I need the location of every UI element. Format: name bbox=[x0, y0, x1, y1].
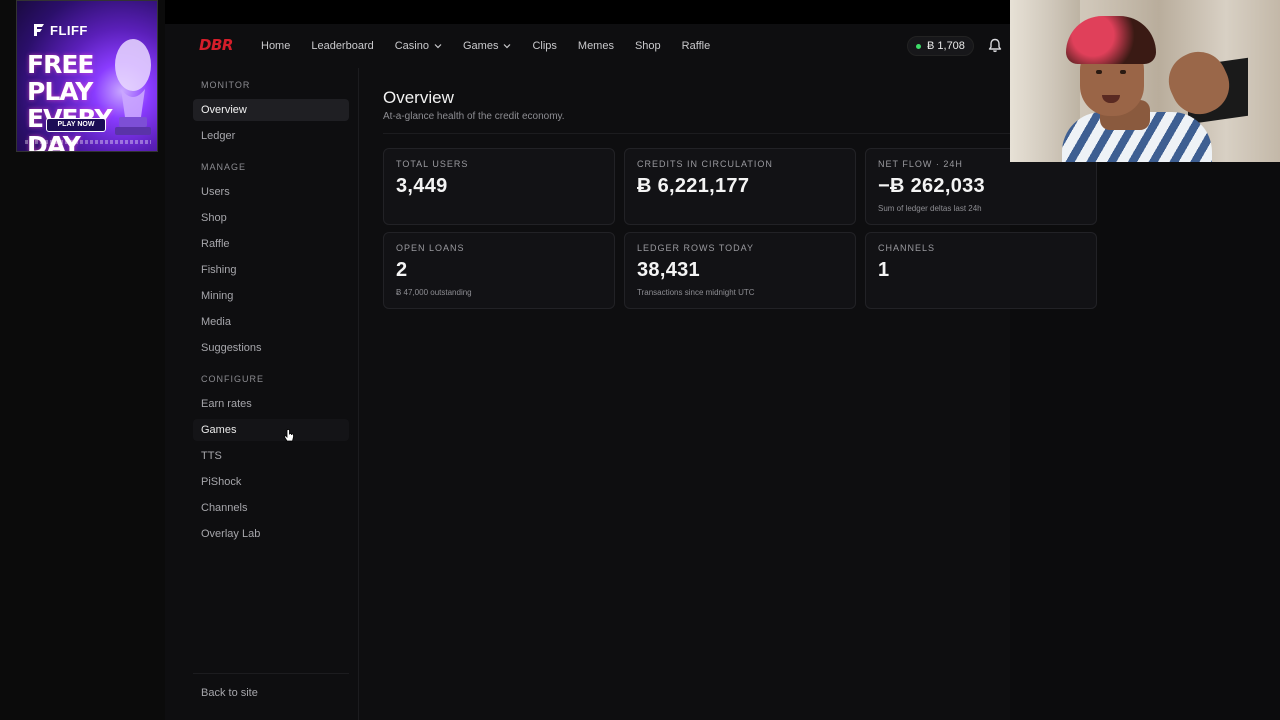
sidebar-item-fishing[interactable]: Fishing bbox=[193, 259, 349, 281]
ad-play-button[interactable]: PLAY NOW bbox=[46, 118, 106, 132]
ad-brand: FLIFF bbox=[50, 23, 88, 38]
stat-value: 38,431 bbox=[637, 259, 700, 281]
nav-item-label: Games bbox=[462, 40, 499, 52]
nav-items: Home Leaderboard Casino Games Clips Memes Shop… bbox=[261, 24, 710, 68]
balance-pill[interactable]: Ƀ 1,708 bbox=[907, 36, 974, 56]
nav-item-label: Shop bbox=[634, 40, 661, 52]
stat-value: 3,449 bbox=[396, 175, 448, 197]
sidebar-item-mining[interactable]: Mining bbox=[193, 285, 349, 307]
online-status-dot bbox=[916, 43, 921, 49]
trophy-icon bbox=[115, 39, 151, 135]
stat-label: TOTAL USERS bbox=[396, 159, 469, 169]
stat-value: −Ƀ 262,033 bbox=[878, 175, 985, 197]
sidebar-divider bbox=[358, 68, 359, 720]
nav-item-label: Raffle bbox=[681, 40, 711, 52]
nav-item-label: Home bbox=[261, 40, 291, 52]
stat-note: Sum of ledger deltas last 24h bbox=[878, 204, 982, 213]
webcam-eye bbox=[1096, 70, 1102, 74]
chevron-down-icon bbox=[504, 44, 511, 49]
stat-label: LEDGER ROWS TODAY bbox=[637, 243, 755, 253]
sidebar-item-games[interactable]: Games bbox=[193, 419, 349, 441]
sidebar-section-manage: MANAGE bbox=[201, 162, 247, 172]
stat-card-open-loans: OPEN LOANS 2 Ƀ 47,000 outstanding bbox=[383, 232, 615, 309]
stat-value: 2 bbox=[396, 259, 408, 281]
sidebar-item-overlay-lab[interactable]: Overlay Lab bbox=[193, 523, 349, 545]
top-strip bbox=[165, 0, 1010, 24]
sidebar-footer-divider bbox=[193, 673, 349, 674]
sidebar-item-earn-rates[interactable]: Earn rates bbox=[193, 393, 349, 415]
nav-item-label: Clips bbox=[532, 40, 557, 52]
nav-shop[interactable]: Shop bbox=[635, 40, 661, 52]
stat-label: CREDITS IN CIRCULATION bbox=[637, 159, 773, 169]
sidebar-item-channels[interactable]: Channels bbox=[193, 497, 349, 519]
sidebar-item-media[interactable]: Media bbox=[193, 311, 349, 333]
top-nav: DBR Home Leaderboard Casino Games Clips Memes… bbox=[165, 24, 1010, 68]
nav-games[interactable]: Games bbox=[463, 40, 511, 52]
ad-banner[interactable]: FLIFF FREE PLAY EVERY DAY PLAY NOW bbox=[16, 0, 158, 152]
nav-clips[interactable]: Clips bbox=[532, 40, 556, 52]
sidebar-item-ledger[interactable]: Ledger bbox=[193, 125, 349, 147]
nav-raffle[interactable]: Raffle bbox=[682, 40, 711, 52]
bell-icon[interactable] bbox=[988, 38, 1002, 53]
sidebar-item-tts[interactable]: TTS bbox=[193, 445, 349, 467]
stat-card-channels: CHANNELS 1 bbox=[865, 232, 1097, 309]
admin-app: DBR Home Leaderboard Casino Games Clips Memes… bbox=[165, 24, 1097, 720]
pointer-cursor-icon bbox=[284, 429, 294, 442]
sidebar-item-pishock[interactable]: PiShock bbox=[193, 471, 349, 493]
fliff-logo-icon bbox=[34, 24, 44, 36]
sidebar-item-suggestions[interactable]: Suggestions bbox=[193, 337, 349, 359]
stat-card-ledger-rows-today: LEDGER ROWS TODAY 38,431 Transactions sinc… bbox=[624, 232, 856, 309]
stat-card-credits-in-circulation: CREDITS IN CIRCULATION Ƀ 6,221,177 bbox=[624, 148, 856, 225]
webcam-eye bbox=[1120, 70, 1126, 74]
nav-memes[interactable]: Memes bbox=[578, 40, 614, 52]
nav-casino[interactable]: Casino bbox=[395, 40, 442, 52]
sidebar-item-overview[interactable]: Overview bbox=[193, 99, 349, 121]
stat-value: 1 bbox=[878, 259, 890, 281]
stat-card-total-users: TOTAL USERS 3,449 bbox=[383, 148, 615, 225]
webcam-overlay bbox=[1010, 0, 1280, 162]
stat-label: CHANNELS bbox=[878, 243, 936, 253]
page-subtitle: At-a-glance health of the credit economy… bbox=[383, 111, 565, 122]
nav-item-label: Casino bbox=[394, 40, 429, 52]
sidebar-item-shop[interactable]: Shop bbox=[193, 207, 349, 229]
nav-item-label: Leaderboard bbox=[311, 40, 374, 52]
page-title: Overview bbox=[383, 88, 454, 107]
stat-label: OPEN LOANS bbox=[396, 243, 465, 253]
webcam-hair bbox=[1066, 16, 1156, 64]
stat-value: Ƀ 6,221,177 bbox=[637, 175, 750, 197]
ad-fine-print bbox=[25, 140, 151, 144]
nav-leaderboard[interactable]: Leaderboard bbox=[311, 40, 373, 52]
screen: FLIFF FREE PLAY EVERY DAY PLAY NOW DBR H… bbox=[0, 0, 1280, 720]
back-to-site-link[interactable]: Back to site bbox=[193, 682, 349, 704]
sidebar-item-users[interactable]: Users bbox=[193, 181, 349, 203]
site-logo[interactable]: DBR bbox=[199, 36, 233, 54]
title-divider bbox=[383, 133, 1010, 134]
chevron-down-icon bbox=[434, 44, 442, 49]
stat-note: Ƀ 47,000 outstanding bbox=[396, 288, 472, 297]
sidebar: Back to site MONITOR Overview Ledger MANAGE… bbox=[193, 68, 349, 720]
stat-note: Transactions since midnight UTC bbox=[637, 288, 755, 297]
sidebar-section-configure: CONFIGURE bbox=[201, 374, 264, 384]
nav-home[interactable]: Home bbox=[261, 40, 290, 52]
sidebar-section-monitor: MONITOR bbox=[201, 80, 251, 90]
sidebar-item-raffle[interactable]: Raffle bbox=[193, 233, 349, 255]
nav-item-label: Memes bbox=[577, 40, 614, 52]
balance-value: Ƀ 1,708 bbox=[927, 40, 965, 52]
